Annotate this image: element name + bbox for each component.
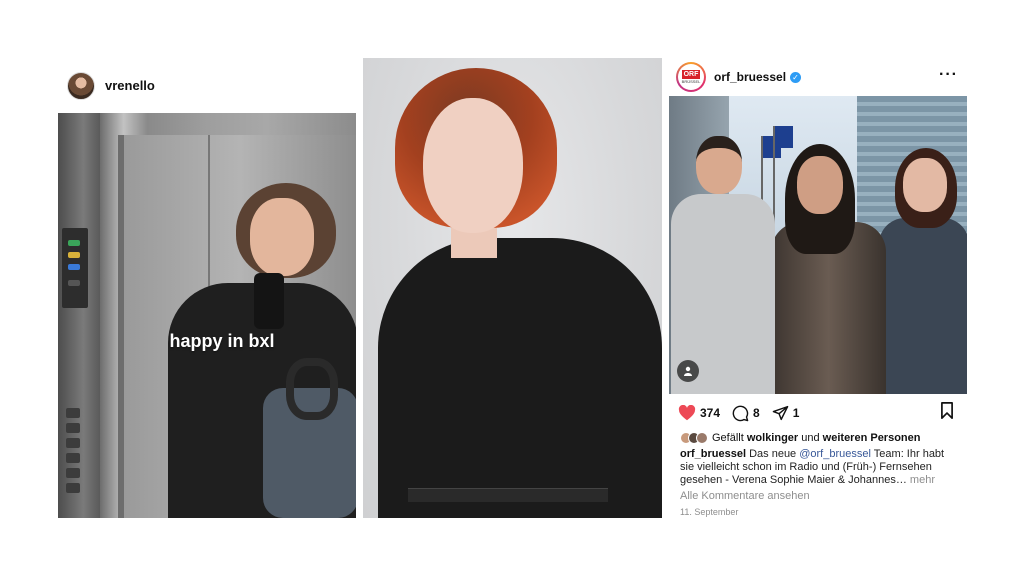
portrait-photo — [363, 58, 662, 518]
orf-logo: ORF — [681, 70, 701, 79]
post-username[interactable]: orf_bruessel — [714, 70, 786, 84]
elevator-display — [62, 228, 88, 308]
portrait-sweater — [378, 238, 662, 518]
post-actions: 374 8 1 — [678, 402, 962, 424]
person-left — [671, 136, 775, 394]
view-comments-link[interactable]: Alle Kommentare ansehen — [680, 490, 810, 502]
liked-by-user[interactable]: wolkinger — [747, 432, 798, 444]
tag-person-icon[interactable] — [677, 360, 699, 382]
more-icon[interactable]: ··· — [939, 66, 958, 84]
headphones — [286, 358, 338, 420]
caption-username[interactable]: orf_bruessel — [680, 448, 746, 460]
verified-icon: ✓ — [790, 71, 802, 83]
story-username[interactable]: vrenello — [105, 78, 155, 93]
phone — [254, 273, 284, 329]
portrait-face — [423, 98, 523, 233]
post-date: 11. September — [680, 507, 739, 517]
caption-mention[interactable]: @orf_bruessel — [799, 448, 871, 460]
portrait-belt — [408, 488, 608, 502]
story-image: happy in bxl — [58, 113, 356, 518]
elevator-wall — [58, 113, 100, 518]
avatar[interactable] — [67, 71, 95, 100]
story-caption: happy in bxl — [169, 331, 275, 351]
post-image[interactable] — [669, 96, 967, 394]
likes-count: 374 — [700, 406, 721, 420]
more-link[interactable]: mehr — [907, 474, 935, 486]
liked-by-others[interactable]: weiteren Personen — [823, 432, 921, 444]
comment-button[interactable]: 8 — [732, 405, 760, 422]
share-icon — [772, 405, 789, 421]
comments-count: 8 — [753, 406, 760, 420]
person-face — [250, 198, 314, 276]
avatar — [696, 432, 708, 444]
person-right — [879, 148, 967, 394]
post-caption: orf_bruessel Das neue @orf_bruessel Team… — [680, 448, 945, 486]
comment-icon — [732, 405, 749, 421]
liked-by[interactable]: Gefällt wolkinger und weiteren Personen — [680, 432, 921, 444]
instagram-post: ORF BRÜSSEL orf_bruessel ✓ ··· 374 8 1 G… — [668, 58, 968, 520]
story-panel: vrenello happy in bxl — [58, 58, 356, 518]
bookmark-icon — [941, 402, 953, 419]
person-middle — [771, 144, 886, 394]
heart-icon — [678, 405, 696, 421]
save-button[interactable] — [940, 402, 954, 422]
shares-count: 1 — [792, 406, 800, 420]
share-button[interactable]: 1 — [772, 405, 800, 421]
post-header: ORF BRÜSSEL orf_bruessel ✓ ··· — [668, 58, 968, 96]
like-button[interactable]: 374 — [678, 405, 720, 421]
avatar[interactable]: ORF BRÜSSEL — [676, 62, 706, 92]
elevator-buttons — [66, 403, 86, 513]
story-header: vrenello — [58, 58, 356, 113]
